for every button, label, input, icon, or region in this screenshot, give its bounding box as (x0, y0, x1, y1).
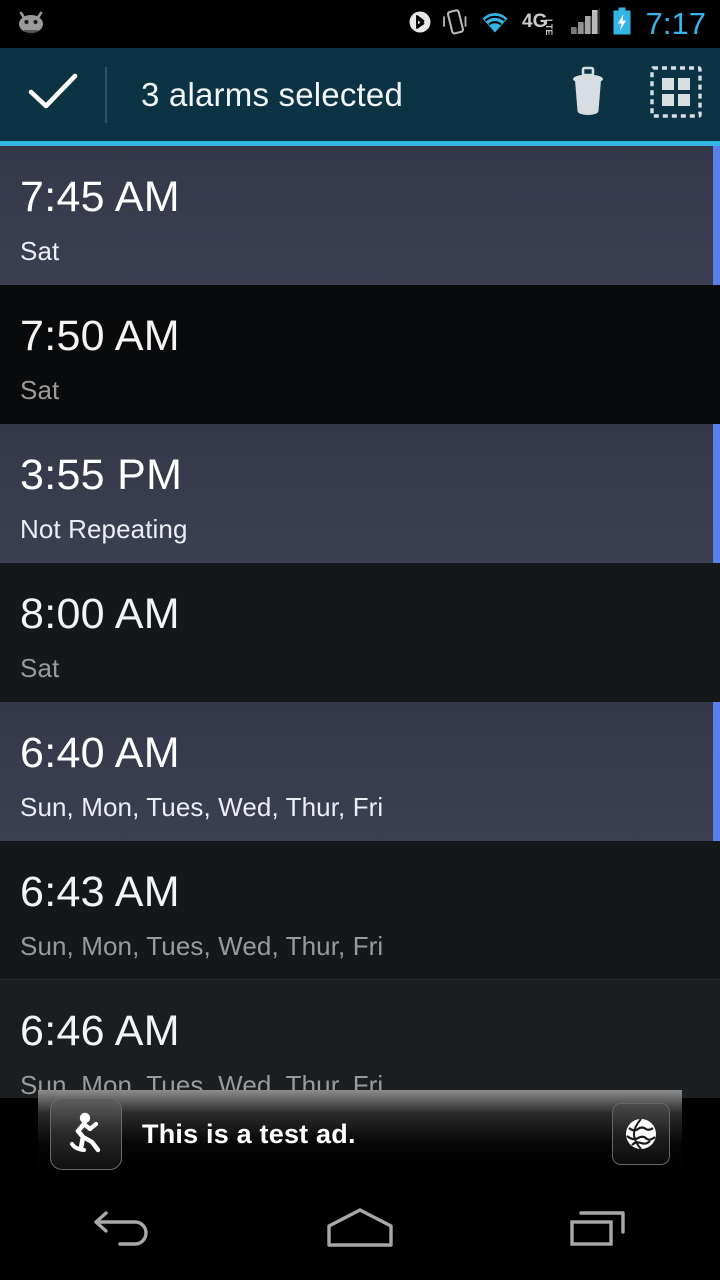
alarm-list-item[interactable]: 3:55 PM Not Repeating (0, 424, 720, 563)
phone-screen: 4G LTE 7:17 3 alarms selected 7:45 AM Sa… (0, 0, 720, 1280)
alarm-time: 6:40 AM (20, 729, 180, 777)
check-icon (27, 71, 79, 118)
alarm-days: Sat (20, 375, 60, 405)
alarm-list-item[interactable]: 8:00 AM Sat (0, 563, 720, 702)
alarm-list[interactable]: 7:45 AM Sat 7:50 AM Sat 3:55 PM Not Repe… (0, 146, 720, 1098)
home-icon (323, 1204, 397, 1257)
svg-text:LTE: LTE (544, 19, 554, 35)
action-bar-divider (105, 66, 107, 123)
status-bar-icons: 4G LTE 7:17 (409, 6, 720, 42)
android-mascot-icon (14, 9, 48, 40)
alarm-list-item[interactable]: 7:45 AM Sat (0, 146, 720, 285)
battery-charging-icon (612, 7, 632, 42)
4g-lte-icon: 4G LTE (522, 8, 560, 41)
action-bar: 3 alarms selected (0, 48, 720, 141)
status-bar: 4G LTE 7:17 (0, 0, 720, 48)
recents-icon (567, 1204, 633, 1257)
status-bar-clock: 7:17 (645, 6, 706, 41)
alarm-days: Sun, Mon, Tues, Wed, Thur, Fri (20, 931, 384, 961)
alarm-days: Sun, Mon, Tues, Wed, Thur, Fri (20, 792, 384, 822)
vibrate-icon (442, 7, 468, 42)
alarm-time: 7:45 AM (20, 173, 180, 221)
trash-icon (566, 66, 610, 123)
alarm-time: 6:46 AM (20, 1007, 180, 1055)
selected-count-title: 3 alarms selected (141, 75, 404, 113)
done-button[interactable] (0, 48, 105, 141)
alarm-list-item[interactable]: 6:43 AM Sun, Mon, Tues, Wed, Thur, Fri (0, 841, 720, 980)
alarm-days: Not Repeating (20, 514, 188, 544)
action-bar-actions (544, 48, 720, 141)
alarm-time: 6:43 AM (20, 868, 180, 916)
ad-banner[interactable]: This is a test ad. (38, 1090, 682, 1178)
ad-text: This is a test ad. (142, 1118, 356, 1149)
alarm-list-item[interactable]: 6:46 AM Sun, Mon, Tues, Wed, Thur, Fri (0, 980, 720, 1098)
home-button[interactable] (240, 1180, 480, 1280)
alarm-days: Sat (20, 236, 60, 266)
delete-button[interactable] (544, 48, 632, 141)
back-button[interactable] (0, 1180, 240, 1280)
running-person-icon (50, 1098, 122, 1170)
wifi-icon (479, 9, 511, 40)
back-icon (87, 1202, 153, 1259)
bluetooth-icon (409, 7, 431, 42)
select-all-icon (650, 66, 702, 123)
alarm-list-item[interactable]: 6:40 AM Sun, Mon, Tues, Wed, Thur, Fri (0, 702, 720, 841)
signal-bars-icon (570, 7, 601, 41)
alarm-time: 3:55 PM (20, 451, 183, 499)
status-bar-left (0, 9, 48, 40)
recents-button[interactable] (480, 1180, 720, 1280)
svg-text:4G: 4G (522, 11, 547, 32)
alarm-days: Sat (20, 653, 60, 683)
select-all-button[interactable] (632, 48, 720, 141)
globe-icon[interactable] (612, 1103, 670, 1165)
alarm-time: 7:50 AM (20, 312, 180, 360)
navigation-bar (0, 1180, 720, 1280)
alarm-time: 8:00 AM (20, 590, 180, 638)
alarm-list-item[interactable]: 7:50 AM Sat (0, 285, 720, 424)
